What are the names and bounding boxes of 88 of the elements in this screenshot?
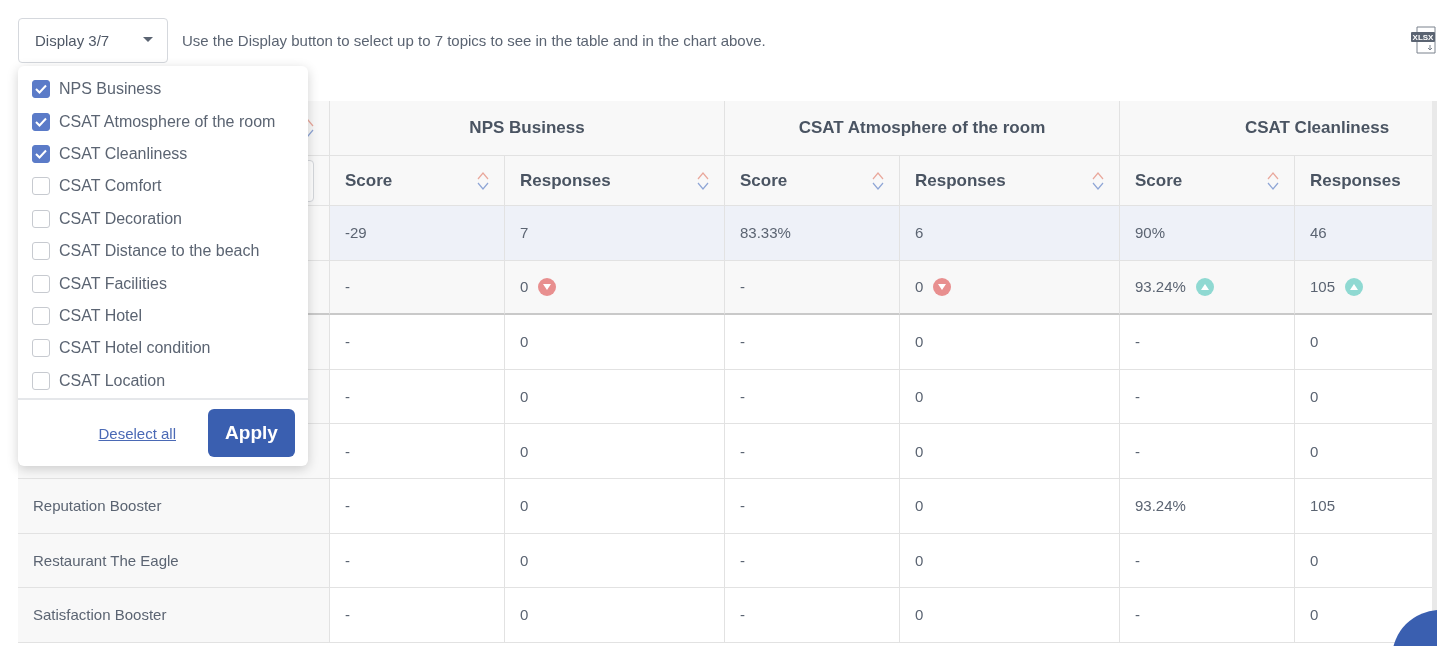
column-header[interactable]: Responses [1295, 156, 1432, 206]
table-cell: 0 [505, 478, 725, 534]
column-header[interactable]: Score [330, 156, 505, 206]
topic-option[interactable]: CSAT Comfort [18, 170, 308, 203]
sort-icon[interactable] [872, 170, 884, 191]
table-cell: 46 [1295, 206, 1432, 261]
table-cell: - [330, 315, 505, 370]
table-cell: 0 [505, 315, 725, 370]
topic-option[interactable]: CSAT Facilities [18, 267, 308, 300]
checkbox[interactable] [32, 80, 50, 99]
table-cell: 0 [900, 315, 1120, 370]
table-cell: - [1120, 369, 1295, 425]
topic-option[interactable]: NPS Business [18, 73, 308, 106]
caret-icon [143, 37, 153, 43]
table-cell: 0 [900, 369, 1120, 425]
sort-icon[interactable] [1092, 170, 1104, 191]
table-cell: 0 [505, 260, 725, 316]
topic-option[interactable]: CSAT Atmosphere of the room [18, 105, 308, 138]
table-cell: - [330, 260, 505, 316]
table-cell: - [1120, 588, 1295, 643]
table-cell: - [725, 533, 900, 589]
table-cell: - [330, 533, 505, 589]
trend-up-icon [1195, 277, 1214, 296]
table-cell: 93.24% [1120, 260, 1295, 316]
apply-button[interactable]: Apply [208, 409, 295, 457]
sort-icon[interactable] [697, 170, 709, 191]
hint-text: Use the Display button to select up to 7 topics to see in the table and in the chart above. [182, 31, 766, 49]
table-cell: - [1120, 315, 1295, 370]
row-label-cell: Satisfaction Booster [18, 588, 330, 643]
checkbox[interactable] [32, 274, 50, 293]
sort-icon[interactable] [477, 170, 489, 191]
checkbox[interactable] [32, 112, 50, 131]
table-cell: - [330, 478, 505, 534]
table-cell: 93.24% [1120, 478, 1295, 534]
table-cell: -29 [330, 206, 505, 261]
table-cell: - [725, 478, 900, 534]
column-header[interactable]: Responses [900, 156, 1120, 206]
row-label-cell: Restaurant The Eagle [18, 533, 330, 589]
table-cell: 0 [505, 424, 725, 479]
table-cell: 0 [900, 478, 1120, 534]
column-header[interactable]: Responses [505, 156, 725, 206]
table-cell: - [330, 424, 505, 479]
table-cell: 0 [900, 588, 1120, 643]
table-cell: 7 [505, 206, 725, 261]
checkbox[interactable] [32, 242, 50, 261]
trend-down-icon [538, 277, 557, 296]
table-cell: - [725, 315, 900, 370]
table-cell: 0 [900, 424, 1120, 479]
sort-icon[interactable] [1267, 170, 1279, 191]
table-cell: - [1120, 424, 1295, 479]
table-cell: - [1120, 533, 1295, 589]
checkbox[interactable] [32, 339, 50, 358]
checkbox[interactable] [32, 306, 50, 325]
topic-option[interactable]: CSAT Distance to the beach [18, 234, 308, 268]
column-group-header: CSAT Cleanliness [1120, 101, 1432, 156]
table-cell: 6 [900, 206, 1120, 261]
table-cell: 0 [505, 533, 725, 589]
table-cell: - [725, 588, 900, 643]
table-cell: - [725, 260, 900, 316]
table-cell: 0 [505, 588, 725, 643]
table-cell: - [725, 369, 900, 425]
topic-option[interactable]: CSAT Hotel condition [18, 332, 308, 365]
checkbox[interactable] [32, 144, 50, 163]
table-cell: 83.33% [725, 206, 900, 261]
table-cell: 0 [900, 260, 1120, 316]
topic-option[interactable]: CSAT Cleanliness [18, 137, 308, 171]
display-button[interactable]: Display 3/7 [18, 17, 168, 63]
checkbox[interactable] [32, 371, 50, 390]
checkbox[interactable] [32, 177, 50, 196]
deselect-all-link[interactable]: Deselect all [98, 424, 176, 442]
topic-option[interactable]: CSAT Hotel [18, 299, 308, 333]
trend-down-icon [933, 277, 952, 296]
topic-option[interactable]: CSAT Decoration [18, 202, 308, 235]
column-group-header: NPS Business [330, 101, 725, 156]
trend-up-icon [1345, 277, 1364, 296]
checkbox[interactable] [32, 209, 50, 228]
table-cell: 0 [505, 369, 725, 425]
column-header[interactable]: Score [1120, 156, 1295, 206]
table-cell: - [725, 424, 900, 479]
table-cell: 105 [1295, 260, 1432, 316]
table-cell: 0 [900, 533, 1120, 589]
table-cell: - [330, 588, 505, 643]
column-group-header: CSAT Atmosphere of the room [725, 101, 1120, 156]
table-cell: 90% [1120, 206, 1295, 261]
topic-option[interactable]: CSAT Location [18, 364, 308, 397]
column-header[interactable]: Score [725, 156, 900, 206]
row-label-cell: Reputation Booster [18, 478, 330, 534]
table-cell: - [330, 369, 505, 425]
